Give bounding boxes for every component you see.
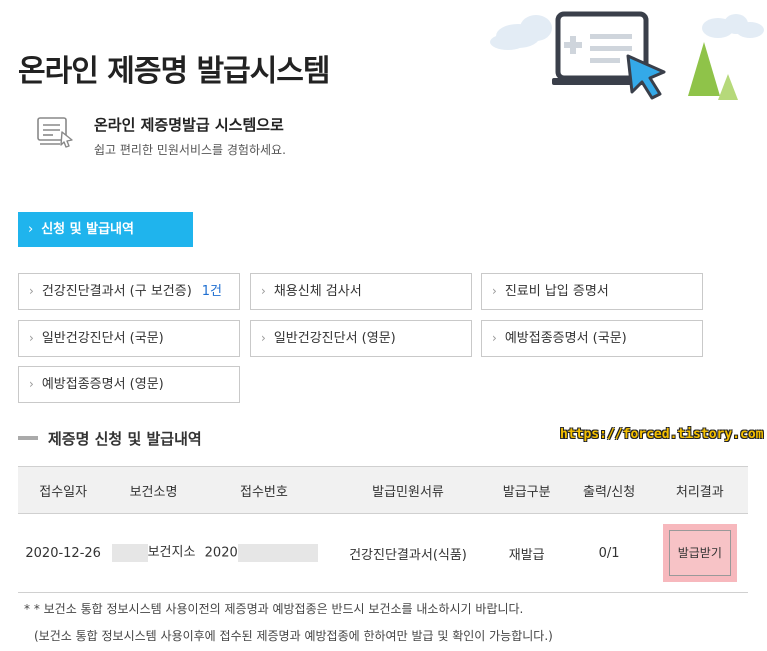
tab-application-history[interactable]: › 신청 및 발급내역 [18, 212, 193, 247]
notice-line: (보건소 통합 정보시스템 사용이후에 접수된 제증명과 예방접종에 한하여만 … [34, 629, 553, 643]
receipt-cell: 2020 [198, 513, 330, 593]
chevron-right-icon: › [28, 222, 34, 237]
count-badge: 1건 [201, 284, 223, 299]
chevron-right-icon: › [29, 377, 34, 391]
issue-type-cell: 재발급 [486, 513, 567, 593]
header-illustration [490, 11, 764, 100]
table-row: 2020-12-26 보건지소 2020 건강진단결과서(식품) 재발급 0/1… [18, 513, 748, 593]
redacted-mask [111, 543, 148, 562]
chevron-right-icon: › [261, 331, 266, 345]
column-header: 처리결과 [651, 466, 748, 514]
chevron-right-icon: › [29, 284, 34, 298]
column-header: 접수일자 [18, 466, 109, 514]
column-header: 발급구분 [486, 466, 567, 514]
section-marker [18, 436, 38, 440]
column-header: 출력/신청 [566, 466, 652, 514]
highlight-box: 발급받기 [662, 524, 737, 582]
column-header: 발급민원서류 [329, 466, 487, 514]
category-vaccination-korean[interactable]: › 예방접종증명서 (국문) [481, 320, 703, 357]
tab-label: 신청 및 발급내역 [41, 222, 134, 237]
notice-line: * * 보건소 통합 정보시스템 사용이전의 제증명과 예방접종은 반드시 보건… [24, 602, 524, 616]
date-cell: 2020-12-26 [18, 513, 109, 593]
section-title: 제증명 신청 및 발급내역 [48, 430, 202, 448]
table-header-row: 접수일자 보건소명 접수번호 발급민원서류 발급구분 출력/신청 처리결과 [18, 466, 748, 514]
print-ratio-cell: 0/1 [566, 513, 652, 593]
column-header: 보건소명 [108, 466, 199, 514]
category-vaccination-english[interactable]: › 예방접종증명서 (영문) [18, 366, 240, 403]
issue-button[interactable]: 발급받기 [668, 530, 731, 576]
hero-title: 온라인 제증명발급 시스템으로 [94, 116, 284, 134]
category-general-health-english[interactable]: › 일반건강진단서 (영문) [250, 320, 472, 357]
history-table: 접수일자 보건소명 접수번호 발급민원서류 발급구분 출력/신청 처리결과 20… [18, 466, 748, 593]
page-title: 온라인 제증명 발급시스템 [18, 54, 330, 89]
redacted-mask [237, 544, 318, 562]
result-cell: 발급받기 [651, 513, 748, 593]
cloud-icon [490, 15, 552, 50]
category-employment-physical[interactable]: › 채용신체 검사서 [250, 273, 472, 310]
chevron-right-icon: › [261, 284, 266, 298]
tree-icon [688, 42, 738, 100]
watermark: https://forced.tistory.com [560, 427, 764, 442]
chevron-right-icon: › [29, 331, 34, 345]
hero-subtitle: 쉽고 편리한 민원서비스를 경험하세요. [94, 143, 286, 157]
document-cell: 건강진단결과서(식품) [329, 513, 487, 593]
chevron-right-icon: › [492, 284, 497, 298]
document-pen-icon [37, 117, 73, 148]
category-medical-payment[interactable]: › 진료비 납입 증명서 [481, 273, 703, 310]
column-header: 접수번호 [198, 466, 330, 514]
clinic-cell: 보건지소 [108, 513, 199, 593]
category-general-health-korean[interactable]: › 일반건강진단서 (국문) [18, 320, 240, 357]
chevron-right-icon: › [492, 331, 497, 345]
category-health-check-result[interactable]: › 건강진단결과서 (구 보건증) 1건 [18, 273, 240, 310]
